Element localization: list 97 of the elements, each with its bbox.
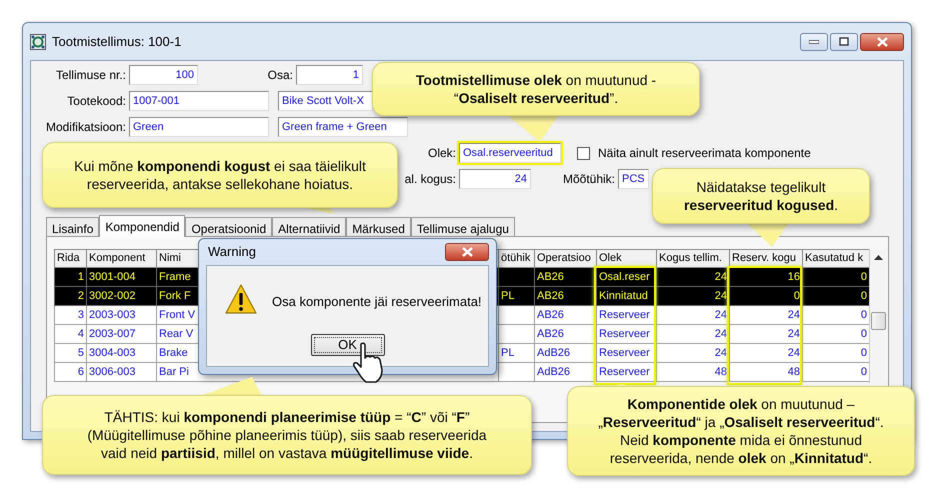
warning-icon — [225, 284, 257, 314]
table-cell: AdB26 — [534, 344, 596, 362]
close-icon — [876, 36, 888, 46]
input-field[interactable]: 100 — [129, 65, 198, 85]
close-icon — [462, 247, 472, 257]
input-field[interactable]: 1 — [296, 65, 363, 85]
callout: Komponentide olek on muutunud – „Reserveeritud“ ja „Osaliselt reserveeritud“. Neid komponente mida ei õnnestunud reserveerida, nende olek on „Kinnitatud“. — [567, 386, 915, 476]
tab[interactable]: Alternatiivid — [272, 217, 346, 236]
table-cell: 0 — [802, 362, 870, 382]
table-cell: 48 — [730, 362, 802, 382]
input-field[interactable]: 1007-001 — [129, 91, 269, 111]
column-header[interactable]: Komponent — [86, 250, 156, 268]
column-header[interactable]: ötühik — [498, 250, 534, 268]
table-cell: 24 — [656, 344, 730, 362]
table-cell: 1 — [54, 268, 86, 286]
column-header[interactable]: Operatsioo — [534, 250, 596, 268]
table-cell: 24 — [656, 324, 730, 344]
input-field[interactable]: Green frame + Green — [278, 117, 408, 137]
field-label: Osa: — [266, 67, 293, 84]
checkbox[interactable] — [577, 146, 590, 160]
table-cell: PL — [498, 344, 534, 362]
table-cell: Osal.reser — [596, 268, 656, 286]
table-cell: Kinnitatud — [596, 286, 656, 306]
dialog-title: Warning — [207, 243, 256, 262]
scroll-up-icon[interactable] — [874, 255, 883, 260]
table-cell: 0 — [802, 324, 870, 344]
callout: TÄHTIS: kui komponendi planeerimise tüüp = “C” või “F” (Müügitellimuse põhine planeerimis tüüp), siis saab reserveerida vaid neid partiisid, millel on vastava müügitellimuse viide. — [42, 395, 532, 475]
minimize-icon — [809, 40, 819, 44]
table-cell: AdB26 — [534, 362, 596, 382]
table-cell: 5 — [54, 344, 86, 362]
table-cell: Reserveer — [596, 324, 656, 344]
callout: Näidatakse tegelikult reserveeritud kogused. — [652, 168, 870, 224]
scrollbar[interactable] — [869, 249, 887, 383]
input-field[interactable]: Bike Scott Volt-X — [278, 91, 373, 111]
table-cell: 2 — [54, 286, 86, 306]
table-cell: 24 — [656, 306, 730, 324]
table-cell: 3002-002 — [86, 286, 156, 306]
table-cell: Reserveer — [596, 344, 656, 362]
table-cell: 3001-004 — [86, 268, 156, 286]
window-title: Tootmistellimus: 100-1 — [52, 32, 182, 51]
close-button[interactable] — [445, 243, 489, 261]
table-cell: 0 — [802, 268, 870, 286]
input-field[interactable]: Osal.reserveeritud — [459, 143, 561, 163]
tab[interactable]: Lisainfo — [46, 217, 100, 236]
checkbox-label: Näita ainult reserveerimata komponente — [598, 145, 811, 162]
field-label: al. kogus: — [404, 171, 456, 188]
table-cell: 2003-007 — [86, 324, 156, 344]
table-cell: Reserveer — [596, 306, 656, 324]
callout: Kui mõne komponendi kogust ei saa täielikult reserveerida, antakse sellekohane hoiatus. — [42, 142, 398, 208]
table-cell: 24 — [730, 324, 802, 344]
table-cell: 0 — [802, 306, 870, 324]
table-cell: PL — [498, 286, 534, 306]
field-label: Tellimuse nr.: — [54, 67, 126, 84]
callout: Tootmistellimuse olek on muutunud - “Osaliselt reserveeritud”. — [372, 62, 700, 116]
input-field[interactable]: 24 — [459, 169, 531, 189]
table-cell: AB26 — [534, 324, 596, 344]
table-cell: 3004-003 — [86, 344, 156, 362]
tab[interactable]: Tellimuse ajalugu — [410, 217, 515, 236]
table-cell: AB26 — [534, 268, 596, 286]
tab[interactable]: Operatsioonid — [185, 217, 272, 236]
table-cell: Reserveer — [596, 362, 656, 382]
column-header[interactable]: Kasutatud k — [802, 250, 870, 268]
scroll-thumb[interactable] — [871, 312, 886, 330]
ok-button[interactable]: OK — [310, 334, 384, 356]
table-cell: AB26 — [534, 286, 596, 306]
maximize-button[interactable] — [830, 32, 858, 50]
table-cell: 24 — [656, 268, 730, 286]
table-cell: 24 — [656, 286, 730, 306]
input-field[interactable]: PCS — [618, 169, 649, 189]
column-header[interactable]: Rida — [54, 250, 86, 268]
table-cell: 16 — [730, 268, 802, 286]
field-label: Tootekood: — [66, 93, 126, 110]
minimize-button[interactable] — [800, 32, 828, 50]
tab[interactable]: Märkused — [346, 217, 411, 236]
app-icon — [30, 34, 46, 50]
table-cell: 3006-003 — [86, 362, 156, 382]
table-cell: 3 — [54, 306, 86, 324]
table-cell: 4 — [54, 324, 86, 344]
field-label: Mõõtühik: — [562, 171, 615, 188]
table-cell: 24 — [730, 344, 802, 362]
maximize-icon — [839, 37, 849, 46]
field-label: Modifikatsioon: — [44, 119, 126, 136]
field-label: Olek: — [426, 145, 456, 162]
column-header[interactable]: Olek — [596, 250, 656, 268]
column-header[interactable]: Reserv. kogu — [730, 250, 802, 268]
column-header[interactable]: Kogus tellim. — [656, 250, 730, 268]
table-cell: AB26 — [534, 306, 596, 324]
table-cell: 48 — [656, 362, 730, 382]
table-cell: 0 — [802, 286, 870, 306]
close-button[interactable] — [860, 32, 904, 50]
tab[interactable]: Komponendid — [99, 215, 186, 237]
table-cell: 6 — [54, 362, 86, 382]
table-cell: 24 — [730, 306, 802, 324]
input-field[interactable]: Green — [129, 117, 269, 137]
table-cell: 2003-003 — [86, 306, 156, 324]
table-cell: 0 — [730, 286, 802, 306]
table-cell: 0 — [802, 344, 870, 362]
